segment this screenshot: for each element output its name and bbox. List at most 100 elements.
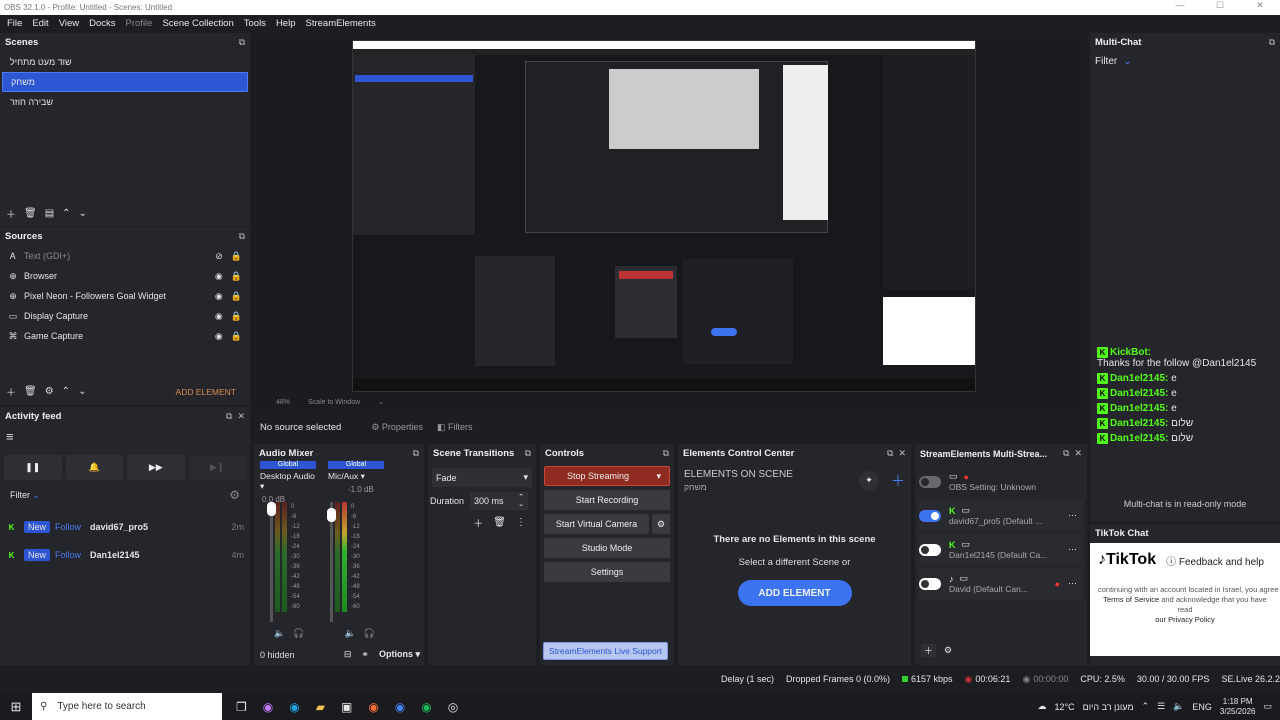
start-recording-button[interactable]: Start Recording	[544, 490, 670, 510]
trash-icon[interactable]: 🗑	[24, 208, 37, 219]
copilot-icon[interactable]: ◉	[263, 700, 273, 714]
stream-toggle[interactable]	[919, 509, 941, 522]
lock-icon[interactable]: 🔒	[231, 271, 242, 282]
clock-time[interactable]: 1:18 PM	[1220, 697, 1256, 707]
menu-edit[interactable]: Edit	[27, 18, 53, 29]
undock-icon[interactable]: ⧉	[1269, 37, 1275, 48]
scene-item[interactable]: שבירה חוזר	[2, 92, 248, 112]
multichat-filter[interactable]: Filter ⌄	[1090, 52, 1280, 71]
edge-icon[interactable]: ◉	[289, 700, 299, 714]
source-item[interactable]: ⌘ Game Capture ◉ 🔒	[0, 326, 250, 346]
move-down-icon[interactable]: ⌄	[79, 208, 87, 219]
undock-icon[interactable]: ⧉	[887, 448, 893, 459]
live-support-button[interactable]: StreamElements Live Support	[543, 642, 668, 660]
eye-icon[interactable]: ◉	[215, 311, 223, 322]
menu-streamelements[interactable]: StreamElements	[300, 18, 380, 29]
sparkle-icon[interactable]: ✦	[859, 470, 879, 491]
lock-icon[interactable]: 🔒	[231, 331, 242, 342]
gear-icon[interactable]: ⚙	[944, 645, 952, 656]
scale-mode[interactable]: Scale to Window	[308, 399, 360, 406]
minimize-button[interactable]: —	[1160, 0, 1200, 11]
hamburger-icon[interactable]: ≡	[0, 426, 250, 447]
network-icon[interactable]: ☰	[1157, 701, 1165, 712]
close-icon[interactable]: ✕	[237, 411, 245, 422]
eye-icon[interactable]: ◉	[215, 331, 223, 342]
source-item[interactable]: ▭ Display Capture ◉ 🔒	[0, 306, 250, 326]
undock-icon[interactable]: ⧉	[226, 411, 232, 422]
scene-item-selected[interactable]: משחק	[2, 72, 248, 92]
ecc-add-element-button[interactable]: ADD ELEMENT	[737, 580, 852, 606]
trash-icon[interactable]: 🗑	[493, 517, 506, 528]
menu-profile[interactable]: Profile	[121, 18, 158, 29]
menu-tools[interactable]: Tools	[239, 18, 271, 29]
more-icon[interactable]: ⋯	[1068, 578, 1077, 589]
spotify-icon[interactable]: ◉	[421, 700, 431, 714]
gear-icon[interactable]: ⚙	[652, 514, 670, 534]
notification-icon[interactable]: ▭	[1263, 701, 1272, 712]
source-item[interactable]: ⊕ Browser ◉ 🔒	[0, 266, 250, 286]
weather-temp[interactable]: 12°C	[1055, 702, 1075, 712]
activity-item[interactable]: K New Follow Dan1el2145 4m	[0, 544, 250, 566]
studio-mode-button[interactable]: Studio Mode	[544, 538, 670, 558]
filters-button[interactable]: ◧ Filters	[437, 422, 473, 433]
menu-docks[interactable]: Docks	[84, 18, 120, 29]
add-icon[interactable]: ＋	[473, 515, 483, 530]
more-icon[interactable]: ⋯	[1068, 544, 1077, 555]
trash-icon[interactable]: 🗑	[24, 386, 37, 397]
speaker-icon[interactable]: 🔈	[274, 628, 285, 639]
clock-date[interactable]: 3/25/2026	[1220, 707, 1256, 717]
firefox-icon[interactable]: ◉	[368, 700, 378, 714]
undock-icon[interactable]: ⧉	[525, 448, 531, 459]
tray-chevron-icon[interactable]: ⌃	[1142, 701, 1150, 712]
source-item[interactable]: ⊕ Pixel Neon - Followers Goal Widget ◉ 🔒	[0, 286, 250, 306]
menu-file[interactable]: File	[2, 18, 27, 29]
add-element-button[interactable]: ADD ELEMENT	[176, 387, 236, 397]
start-virtual-camera-button[interactable]: Start Virtual Camera	[544, 514, 649, 534]
more-icon[interactable]: ⋯	[1068, 510, 1077, 521]
terms-link[interactable]: Terms of Service	[1103, 595, 1159, 604]
privacy-link[interactable]: our Privacy Policy	[1155, 615, 1215, 624]
lock-icon[interactable]: 🔒	[231, 251, 242, 262]
folder-icon[interactable]: ▰	[316, 700, 325, 714]
link-icon[interactable]: ⚭	[361, 649, 369, 660]
chrome-icon[interactable]: ◉	[395, 700, 405, 714]
close-window-button[interactable]: ✕	[1240, 0, 1280, 11]
lock-icon[interactable]: 🔒	[231, 311, 242, 322]
maximize-button[interactable]: ☐	[1200, 0, 1240, 11]
stop-streaming-button[interactable]: Stop Streaming ▾	[544, 466, 670, 486]
stream-toggle[interactable]	[919, 543, 941, 556]
scene-item[interactable]: שוד מעט מתחיל	[2, 52, 248, 72]
visibility-off-icon[interactable]: ⊘	[215, 251, 223, 262]
preview-canvas[interactable]: 48% Scale to Window ⌄	[252, 33, 1087, 410]
channel-name[interactable]: Mic/Aux ▾	[328, 471, 384, 482]
options-button[interactable]: Options ▾	[379, 649, 420, 660]
windows-start-icon[interactable]: ⊞	[0, 699, 32, 715]
duration-input[interactable]: 300 ms ⌃ ⌄	[470, 492, 529, 510]
properties-button[interactable]: ⚙ Properties	[371, 422, 423, 433]
undock-icon[interactable]: ⧉	[663, 448, 669, 459]
channel-name[interactable]: Desktop Audio ▾	[260, 471, 316, 492]
volume-slider[interactable]	[327, 502, 336, 622]
volume-icon[interactable]: 🔈	[1173, 701, 1184, 712]
pause-button[interactable]: ❚❚	[4, 455, 62, 480]
undock-icon[interactable]: ⧉	[239, 37, 245, 48]
task-view-icon[interactable]: ❐	[236, 700, 247, 714]
headphones-icon[interactable]: 🎧	[293, 628, 304, 639]
source-item[interactable]: Ꭺ Text (GDI+) ⊘ 🔒	[0, 246, 250, 266]
undock-icon[interactable]: ⧉	[1063, 448, 1069, 459]
hidden-count[interactable]: 0 hidden	[260, 650, 295, 660]
close-icon[interactable]: ✕	[898, 448, 906, 459]
add-icon[interactable]: ＋	[6, 384, 16, 399]
skip-end-button[interactable]: ▶❙	[188, 455, 246, 480]
headphones-icon[interactable]: 🎧	[364, 628, 375, 639]
menu-scene-collection[interactable]: Scene Collection	[157, 18, 238, 29]
store-icon[interactable]: ▣	[341, 700, 352, 714]
add-icon[interactable]: ＋	[891, 471, 905, 491]
menu-view[interactable]: View	[54, 18, 84, 29]
move-down-icon[interactable]: ⌄	[78, 386, 86, 397]
eye-icon[interactable]: ◉	[215, 271, 223, 282]
volume-slider[interactable]	[267, 502, 276, 622]
undock-icon[interactable]: ⧉	[413, 448, 419, 459]
stream-toggle[interactable]	[919, 475, 941, 488]
add-icon[interactable]: ＋	[921, 644, 937, 657]
